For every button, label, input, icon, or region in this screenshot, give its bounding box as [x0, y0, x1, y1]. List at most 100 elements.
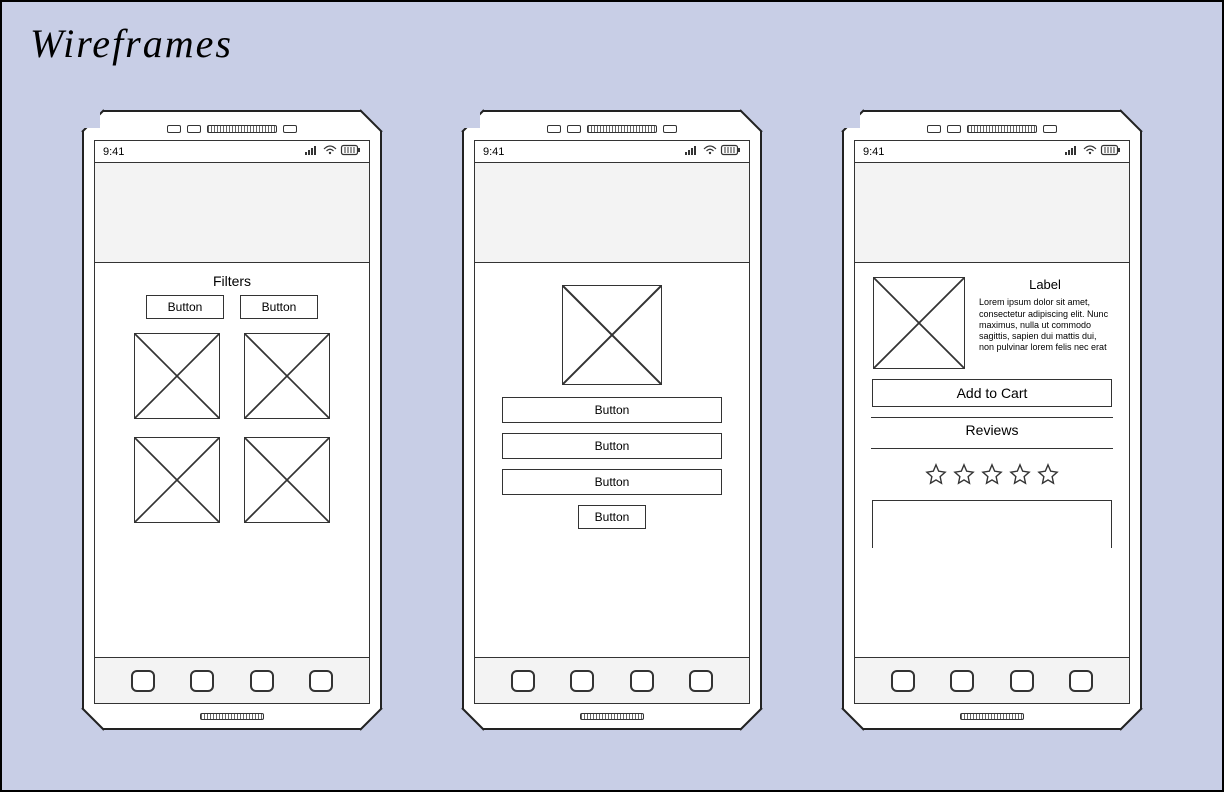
nav-item[interactable]	[891, 670, 915, 692]
screen1-content: Filters Button Button	[95, 263, 369, 657]
home-button-area	[464, 710, 760, 728]
nav-item[interactable]	[950, 670, 974, 692]
bevel-corner	[360, 110, 382, 132]
option-button-3[interactable]: Button	[502, 469, 722, 495]
wifi-icon	[703, 145, 717, 158]
sensor-dot	[947, 125, 961, 133]
phone-screen: 9:41 Label Lorem i	[854, 140, 1130, 704]
battery-icon	[341, 145, 361, 158]
image-placeholder[interactable]	[134, 437, 220, 523]
screen3-content: Label Lorem ipsum dolor sit amet, consec…	[855, 263, 1129, 657]
product-image-placeholder	[873, 277, 965, 369]
home-button-area	[844, 710, 1140, 728]
page-title: Wireframes	[30, 20, 233, 67]
nav-item[interactable]	[630, 670, 654, 692]
status-time: 9:41	[483, 146, 504, 158]
wifi-icon	[1083, 145, 1097, 158]
bevel-corner	[740, 708, 762, 730]
option-button-2[interactable]: Button	[502, 433, 722, 459]
phone-top-hardware	[844, 112, 1140, 140]
bevel-corner	[82, 110, 104, 132]
nav-item[interactable]	[190, 670, 214, 692]
wireframe-row: 9:41 Filters Button Button	[2, 110, 1222, 730]
product-text: Label Lorem ipsum dolor sit amet, consec…	[979, 277, 1111, 354]
star-icon[interactable]	[1009, 463, 1031, 490]
phone-2: 9:41 Button Button	[462, 110, 762, 730]
status-bar: 9:41	[95, 141, 369, 163]
home-indicator[interactable]	[960, 713, 1024, 720]
bevel-corner	[82, 708, 104, 730]
battery-icon	[1101, 145, 1121, 158]
filter-button-a[interactable]: Button	[146, 295, 224, 319]
nav-item[interactable]	[1069, 670, 1093, 692]
nav-item[interactable]	[689, 670, 713, 692]
section-divider	[871, 448, 1113, 449]
hero-placeholder	[855, 163, 1129, 263]
home-button-area	[84, 710, 380, 728]
sensor-dot	[567, 125, 581, 133]
phone-top-hardware	[84, 112, 380, 140]
star-icon[interactable]	[1037, 463, 1059, 490]
nav-item[interactable]	[570, 670, 594, 692]
signal-icon	[685, 145, 699, 158]
sensor-dot	[927, 125, 941, 133]
sensor-dot	[187, 125, 201, 133]
phone-screen: 9:41 Filters Button Button	[94, 140, 370, 704]
bevel-corner	[1120, 110, 1142, 132]
hero-placeholder	[475, 163, 749, 263]
sensor-dot	[283, 125, 297, 133]
home-indicator[interactable]	[580, 713, 644, 720]
bevel-corner	[360, 708, 382, 730]
star-icon[interactable]	[925, 463, 947, 490]
reviews-title: Reviews	[966, 422, 1019, 438]
bottom-nav	[855, 657, 1129, 703]
wifi-icon	[323, 145, 337, 158]
bottom-nav	[475, 657, 749, 703]
image-placeholder[interactable]	[244, 437, 330, 523]
earpiece-speaker	[587, 125, 657, 133]
status-time: 9:41	[103, 146, 124, 158]
sensor-dot	[167, 125, 181, 133]
nav-item[interactable]	[1010, 670, 1034, 692]
image-placeholder[interactable]	[244, 333, 330, 419]
status-time: 9:41	[863, 146, 884, 158]
star-icon[interactable]	[981, 463, 1003, 490]
bevel-corner	[842, 708, 864, 730]
earpiece-speaker	[967, 125, 1037, 133]
battery-icon	[721, 145, 741, 158]
bevel-corner	[1120, 708, 1142, 730]
filters-title: Filters	[213, 273, 251, 289]
home-indicator[interactable]	[200, 713, 264, 720]
nav-item[interactable]	[250, 670, 274, 692]
star-rating[interactable]	[925, 463, 1059, 490]
nav-item[interactable]	[511, 670, 535, 692]
nav-item[interactable]	[131, 670, 155, 692]
section-divider	[871, 417, 1113, 418]
bevel-corner	[740, 110, 762, 132]
star-icon[interactable]	[953, 463, 975, 490]
sensor-dot	[1043, 125, 1057, 133]
image-placeholder	[562, 285, 662, 385]
hero-placeholder	[95, 163, 369, 263]
nav-item[interactable]	[309, 670, 333, 692]
phone-top-hardware	[464, 112, 760, 140]
status-bar: 9:41	[475, 141, 749, 163]
sensor-dot	[547, 125, 561, 133]
option-button-1[interactable]: Button	[502, 397, 722, 423]
screen2-content: Button Button Button Button	[475, 263, 749, 657]
phone-3: 9:41 Label Lorem i	[842, 110, 1142, 730]
product-description: Lorem ipsum dolor sit amet, consectetur …	[979, 297, 1111, 353]
option-button-4[interactable]: Button	[578, 505, 646, 529]
bottom-nav	[95, 657, 369, 703]
add-to-cart-button[interactable]: Add to Cart	[872, 379, 1112, 407]
filter-button-b[interactable]: Button	[240, 295, 318, 319]
phone-1: 9:41 Filters Button Button	[82, 110, 382, 730]
review-input-box[interactable]	[872, 500, 1112, 548]
signal-icon	[1065, 145, 1079, 158]
signal-icon	[305, 145, 319, 158]
sensor-dot	[663, 125, 677, 133]
bevel-corner	[842, 110, 864, 132]
image-placeholder[interactable]	[134, 333, 220, 419]
product-grid	[134, 333, 330, 523]
product-label: Label	[979, 277, 1111, 293]
